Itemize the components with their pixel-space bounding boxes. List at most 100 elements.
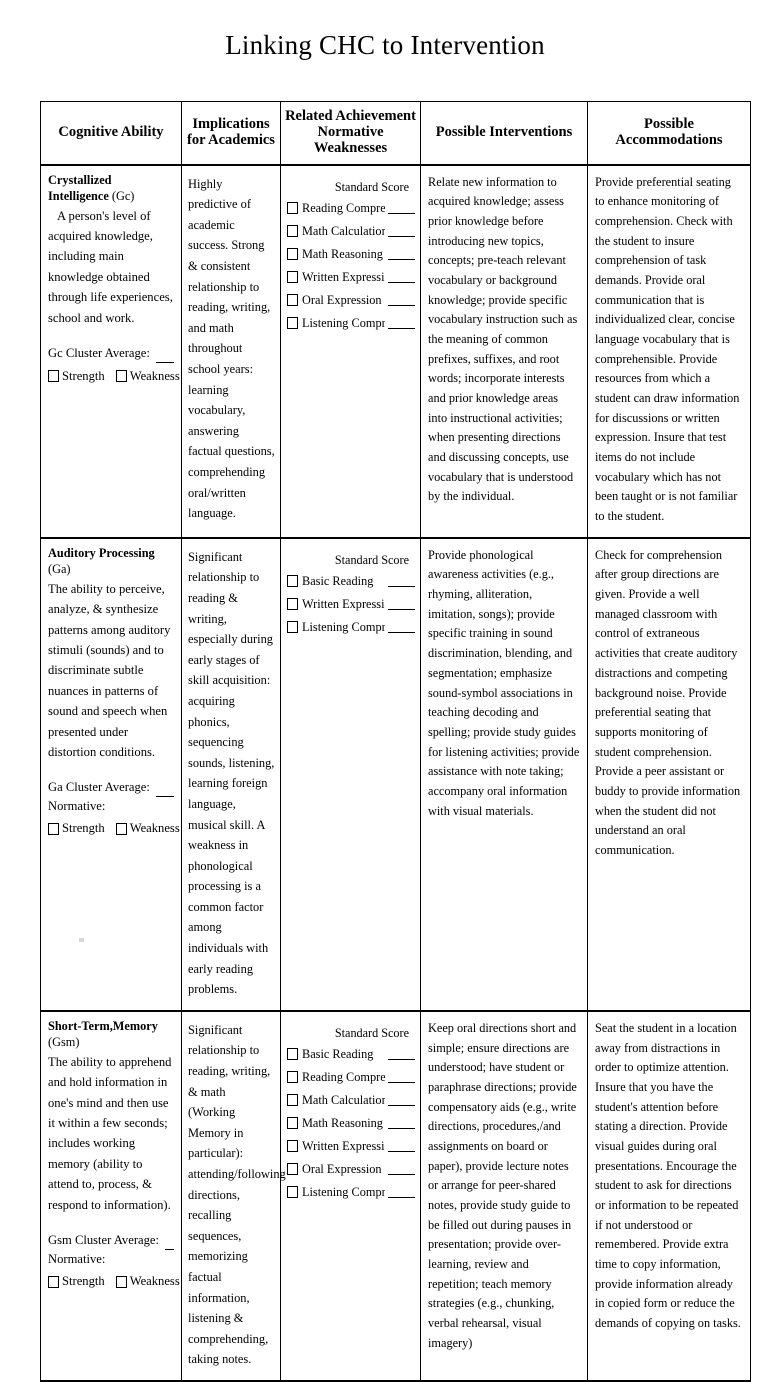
achievement-area-item[interactable]: Basic Reading — [287, 574, 415, 589]
weakness-option[interactable]: Weakness — [115, 819, 180, 838]
standard-score-input[interactable] — [388, 576, 415, 587]
standard-score-input[interactable] — [388, 1118, 415, 1129]
achievement-area-item[interactable]: Oral Expression — [287, 293, 415, 308]
achievement-area-item[interactable]: Listening Comprehension — [287, 1185, 415, 1200]
cluster-average-input[interactable] — [155, 785, 174, 798]
page-artifact-mark — [79, 938, 84, 942]
achievement-area-label: Reading Comprehension — [302, 200, 385, 215]
normative-label: Normative: — [48, 799, 106, 814]
ability-name-text: Crystallized Intelligence — [48, 172, 112, 203]
accommodations-text: Check for comprehension after group dire… — [595, 547, 741, 857]
weakness-checkbox[interactable] — [115, 822, 127, 835]
column-header-related-achievement: Related Achievement Normative Weaknesses — [280, 100, 421, 166]
achievement-area-checkbox[interactable] — [287, 1071, 298, 1084]
achievement-area-checkbox[interactable] — [287, 248, 298, 261]
achievement-area-checkbox[interactable] — [287, 1140, 298, 1153]
achievement-area-checkbox[interactable] — [287, 202, 298, 215]
chc-intervention-table: Cognitive Ability Implications for Acade… — [40, 100, 751, 1382]
achievement-area-item[interactable]: Math Calculations — [287, 1093, 415, 1108]
cell-cognitive-ability: Short-Term,Memory (Gsm) The ability to ap… — [40, 1010, 182, 1382]
column-header-possible-accommodations: Possible Accommodations — [587, 100, 751, 166]
strength-option[interactable]: Strength — [48, 819, 105, 838]
achievement-area-checkbox[interactable] — [287, 1117, 298, 1130]
achievement-area-label: Oral Expression — [302, 292, 382, 307]
achievement-area-item[interactable]: Math Calculations — [287, 224, 415, 239]
achievement-area-checkbox[interactable] — [287, 1186, 298, 1199]
strength-checkbox[interactable] — [48, 370, 59, 383]
achievement-area-label: Oral Expression — [302, 1161, 382, 1176]
achievement-area-item[interactable]: Oral Expression — [287, 1162, 415, 1177]
standard-score-input[interactable] — [388, 203, 415, 214]
ability-name-text: Short-Term,Memory — [48, 1018, 158, 1033]
achievement-area-item[interactable]: Reading Comprehension — [287, 1070, 415, 1085]
achievement-area-item[interactable]: Written Expression — [287, 597, 415, 612]
standard-score-input[interactable] — [388, 1072, 415, 1083]
cell-possible-accommodations: Check for comprehension after group dire… — [587, 537, 751, 1012]
header-line-2: for Academics — [187, 132, 275, 149]
cell-possible-interventions: Keep oral directions short and simple; e… — [420, 1010, 588, 1382]
standard-score-input[interactable] — [388, 1187, 415, 1198]
achievement-area-list: Basic Reading Reading Comprehension Math C… — [287, 1047, 415, 1200]
strength-checkbox[interactable] — [48, 822, 59, 835]
cell-cognitive-ability: Auditory Processing (Ga) The ability to p… — [40, 537, 182, 1012]
standard-score-input[interactable] — [388, 1141, 415, 1152]
standard-score-input[interactable] — [388, 295, 415, 306]
standard-score-input[interactable] — [388, 599, 415, 610]
standard-score-input[interactable] — [388, 318, 415, 329]
achievement-area-item[interactable]: Listening Comprehension — [287, 316, 415, 331]
page-title: Linking CHC to Intervention — [225, 30, 545, 60]
achievement-area-item[interactable]: Written Expression — [287, 1139, 415, 1154]
cell-implications: Highly predictive of academic success. S… — [181, 164, 281, 539]
standard-score-label: Standard Score — [334, 1025, 409, 1040]
ability-description: The ability to perceive, analyze, & synt… — [48, 581, 171, 759]
weakness-checkbox[interactable] — [115, 1275, 127, 1288]
strength-option[interactable]: Strength — [48, 1272, 105, 1291]
weakness-checkbox[interactable] — [115, 370, 127, 383]
standard-score-input[interactable] — [388, 622, 415, 633]
cell-possible-interventions: Relate new information to acquired knowl… — [420, 164, 588, 539]
achievement-area-checkbox[interactable] — [287, 1163, 298, 1176]
standard-score-input[interactable] — [388, 1095, 415, 1106]
achievement-area-checkbox[interactable] — [287, 598, 298, 611]
cell-implications: Significant relationship to reading & wr… — [181, 537, 281, 1012]
standard-score-input[interactable] — [388, 272, 415, 283]
interventions-text: Relate new information to acquired knowl… — [428, 174, 578, 504]
cluster-average-input[interactable] — [165, 1238, 174, 1250]
strength-checkbox[interactable] — [48, 1275, 59, 1288]
achievement-area-checkbox[interactable] — [287, 271, 298, 284]
achievement-area-item[interactable]: Written Expression — [287, 270, 415, 285]
achievement-area-checkbox[interactable] — [287, 225, 298, 238]
achievement-area-item[interactable]: Basic Reading — [287, 1047, 415, 1062]
cluster-average-row: Gc Cluster Average: — [48, 344, 174, 363]
cluster-average-input[interactable] — [155, 351, 174, 363]
strength-weakness-row: Strength Weakness — [48, 1272, 180, 1291]
achievement-area-item[interactable]: Reading Comprehension — [287, 201, 415, 216]
ability-description: The ability to apprehend and hold inform… — [48, 1054, 172, 1212]
achievement-area-checkbox[interactable] — [287, 621, 298, 634]
table-row: Short-Term,Memory (Gsm) The ability to ap… — [40, 1010, 751, 1382]
achievement-area-checkbox[interactable] — [287, 294, 298, 307]
cluster-average-row: Ga Cluster Average: — [48, 778, 174, 798]
achievement-area-checkbox[interactable] — [287, 575, 298, 588]
standard-score-input[interactable] — [388, 1164, 415, 1175]
achievement-area-item[interactable]: Math Reasoning — [287, 247, 415, 262]
weakness-option[interactable]: Weakness — [115, 1272, 180, 1291]
achievement-area-label: Written Expression — [302, 1138, 385, 1153]
standard-score-input[interactable] — [388, 1049, 415, 1060]
strength-option[interactable]: Strength — [48, 367, 105, 386]
standard-score-input[interactable] — [388, 249, 415, 260]
cell-possible-accommodations: Provide preferential seating to enhance … — [587, 164, 751, 539]
standard-score-input[interactable] — [388, 226, 415, 237]
weakness-label: Weakness — [129, 368, 180, 383]
achievement-area-checkbox[interactable] — [287, 1048, 298, 1061]
ability-code: (Gsm) — [48, 1034, 80, 1049]
achievement-area-label: Basic Reading — [302, 1046, 374, 1061]
achievement-area-checkbox[interactable] — [287, 1094, 298, 1107]
achievement-area-item[interactable]: Math Reasoning — [287, 1116, 415, 1131]
implications-text: Significant relationship to reading & wr… — [188, 549, 275, 997]
achievement-area-checkbox[interactable] — [287, 317, 298, 330]
table-body: Crystallized Intelligence (Gc) A person's… — [40, 164, 751, 1382]
weakness-option[interactable]: Weakness — [115, 367, 180, 386]
achievement-area-item[interactable]: Listening Comprehension — [287, 620, 415, 635]
cell-related-achievement: Standard Score Basic Reading Reading Compr… — [280, 1010, 421, 1382]
